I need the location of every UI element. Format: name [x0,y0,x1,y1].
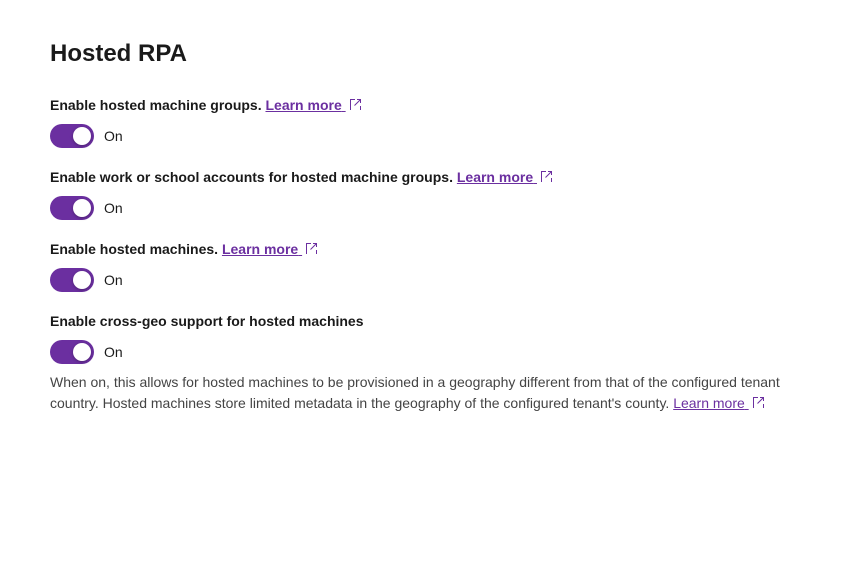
page-title: Hosted RPA [50,40,800,68]
toggle-hosted-machine-groups[interactable] [50,124,94,148]
external-link-icon-1 [349,97,362,117]
setting-hosted-machines: Enable hosted machines. Learn more On [50,240,800,292]
learn-more-link-3[interactable]: Learn more [222,241,302,257]
toggle-label-3: On [104,272,123,288]
toggle-hosted-machines[interactable] [50,268,94,292]
setting-work-school-accounts: Enable work or school accounts for hoste… [50,168,800,220]
external-link-icon-4 [752,394,765,415]
toggle-row-2: On [50,196,800,220]
toggle-work-school-accounts[interactable] [50,196,94,220]
external-link-icon-2 [540,169,553,189]
toggle-row-4: On [50,340,800,364]
setting-label-cross-geo: Enable cross-geo support for hosted mach… [50,312,800,332]
external-link-icon-3 [305,241,318,261]
setting-cross-geo-support: Enable cross-geo support for hosted mach… [50,312,800,414]
toggle-label-2: On [104,200,123,216]
setting-label-hosted-machine-groups: Enable hosted machine groups. Learn more [50,96,800,116]
setting-label-work-school-accounts: Enable work or school accounts for hoste… [50,168,800,188]
setting-label-hosted-machines: Enable hosted machines. Learn more [50,240,800,260]
toggle-row-3: On [50,268,800,292]
learn-more-link-2[interactable]: Learn more [457,169,537,185]
toggle-row-1: On [50,124,800,148]
learn-more-link-1[interactable]: Learn more [265,97,345,113]
toggle-label-4: On [104,344,123,360]
cross-geo-description: When on, this allows for hosted machines… [50,372,800,415]
setting-hosted-machine-groups: Enable hosted machine groups. Learn more… [50,96,800,148]
learn-more-link-4[interactable]: Learn more [673,395,748,411]
toggle-cross-geo[interactable] [50,340,94,364]
toggle-label-1: On [104,128,123,144]
